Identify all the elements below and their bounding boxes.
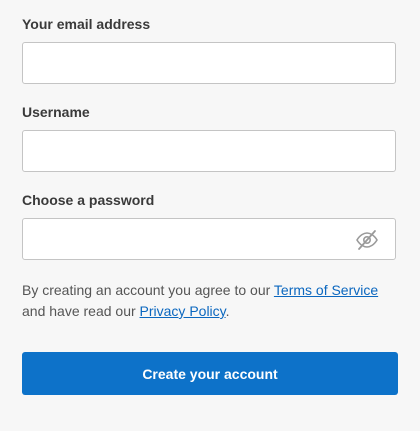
legal-suffix: . <box>225 303 230 319</box>
username-label: Username <box>22 104 90 120</box>
signup-form: Your email address Username Choose a pas… <box>0 0 420 431</box>
privacy-policy-link[interactable]: Privacy Policy <box>140 303 226 319</box>
create-account-button[interactable]: Create your account <box>22 352 398 395</box>
password-field[interactable] <box>23 219 395 259</box>
eye-slash-icon[interactable] <box>355 229 379 251</box>
username-field-wrapper <box>22 130 396 172</box>
email-label: Your email address <box>22 16 151 32</box>
terms-of-service-link[interactable]: Terms of Service <box>274 282 378 298</box>
password-field-wrapper <box>22 218 396 260</box>
password-label: Choose a password <box>22 192 155 208</box>
legal-text: By creating an account you agree to our … <box>22 280 402 322</box>
legal-middle: and have read our <box>22 303 140 319</box>
username-field[interactable] <box>23 131 395 171</box>
email-field[interactable] <box>23 43 395 83</box>
email-field-wrapper <box>22 42 396 84</box>
legal-prefix: By creating an account you agree to our <box>22 282 274 298</box>
